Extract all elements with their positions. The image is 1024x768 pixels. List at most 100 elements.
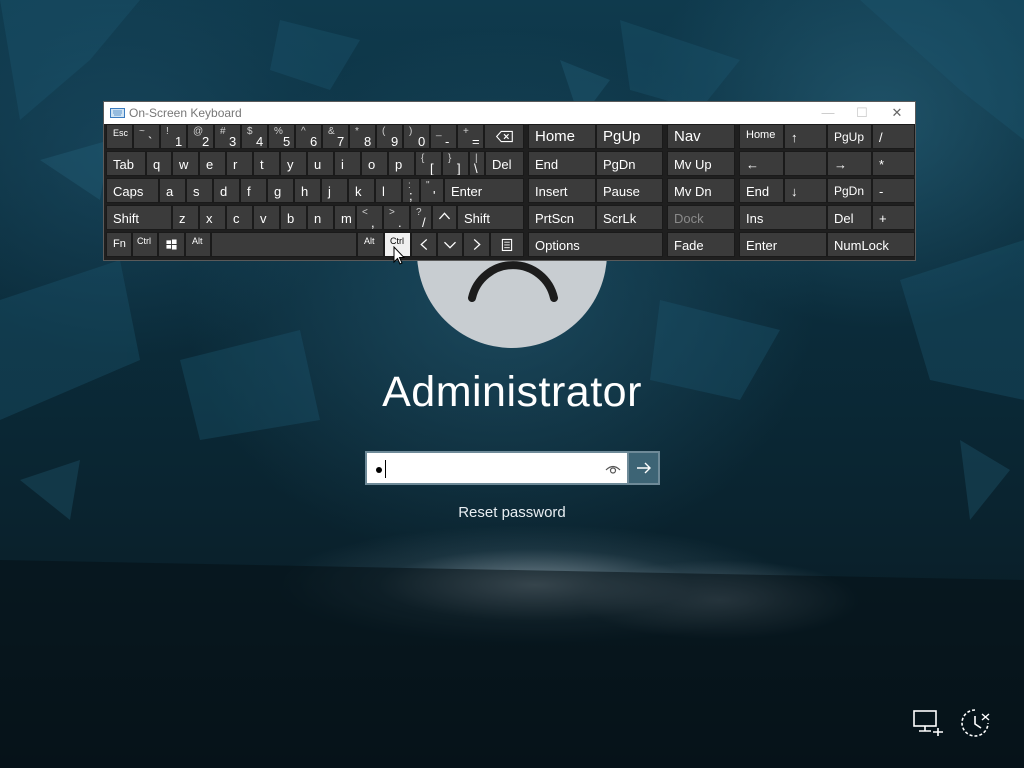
key-b[interactable]: b [280,205,307,230]
key-w[interactable]: w [172,151,199,176]
key-prtscn[interactable]: PrtScn [528,205,596,230]
key-numpad-minus[interactable]: - [872,178,915,203]
key-fade[interactable]: Fade [667,232,735,257]
key-enter[interactable]: Enter [444,178,524,203]
key-alt-left[interactable]: Alt [185,232,211,257]
key-menu[interactable] [490,232,524,257]
key-numpad-down[interactable]: ↓ [784,178,827,203]
key-numpad-home[interactable]: Home [739,124,784,149]
key-h[interactable]: h [294,178,321,203]
key-c[interactable]: c [226,205,253,230]
key-2[interactable]: @2 [187,124,214,149]
key-period[interactable]: >. [383,205,410,230]
key-n[interactable]: n [307,205,334,230]
key-minus[interactable]: _ - [430,124,457,149]
minimize-button[interactable]: — [811,102,845,124]
key-backslash[interactable]: | \ [469,151,485,176]
key-f[interactable]: f [240,178,267,203]
key-9[interactable]: (9 [376,124,403,149]
key-home[interactable]: Home [528,124,596,149]
key-numpad-plus[interactable]: + [872,205,915,230]
key-j[interactable]: j [321,178,348,203]
accessibility-icon[interactable] [958,706,992,740]
key-tab[interactable]: Tab [106,151,146,176]
key-u[interactable]: u [307,151,334,176]
key-numpad-pgup[interactable]: PgUp [827,124,872,149]
key-p[interactable]: p [388,151,415,176]
key-o[interactable]: o [361,151,388,176]
key-3[interactable]: #3 [214,124,241,149]
key-k[interactable]: k [348,178,375,203]
key-scrlk[interactable]: ScrLk [596,205,663,230]
key-del[interactable]: Del [485,151,524,176]
key-semicolon[interactable]: :; [402,178,420,203]
key-numpad-ins[interactable]: Ins [739,205,827,230]
key-0[interactable]: ) 0 [403,124,430,149]
key-8[interactable]: * 8 [349,124,376,149]
key-q[interactable]: q [146,151,172,176]
key-left-arrow[interactable] [411,232,437,257]
key-z[interactable]: z [172,205,199,230]
reset-password-link[interactable]: Reset password [0,504,1024,521]
key-numpad-end[interactable]: End [739,178,784,203]
key-a[interactable]: a [159,178,186,203]
key-s[interactable]: s [186,178,213,203]
key-y[interactable]: y [280,151,307,176]
key-shift-left[interactable]: Shift [106,205,172,230]
key-mv-dn[interactable]: Mv Dn [667,178,735,203]
key-quote[interactable]: " ' [420,178,444,203]
key-numpad-enter[interactable]: Enter [739,232,827,257]
key-numpad-pgdn[interactable]: PgDn [827,178,872,203]
close-button[interactable]: ✕ [880,102,914,124]
key-backtick[interactable]: ~ ` [133,124,160,149]
key-numpad-up[interactable]: ↑ [784,124,827,149]
key-backspace[interactable] [484,124,524,149]
key-v[interactable]: v [253,205,280,230]
key-left-bracket[interactable]: {[ [415,151,442,176]
key-mv-up[interactable]: Mv Up [667,151,735,176]
key-numpad-5[interactable] [784,151,827,176]
maximize-button[interactable]: ☐ [845,102,879,124]
key-up-arrow[interactable] [432,205,457,230]
key-6[interactable]: ^ 6 [295,124,322,149]
key-m[interactable]: m [334,205,356,230]
key-5[interactable]: % 5 [268,124,295,149]
key-windows[interactable] [158,232,185,257]
key-end[interactable]: End [528,151,596,176]
key-numpad-right[interactable]: → [827,151,872,176]
key-pause[interactable]: Pause [596,178,663,203]
password-input[interactable] [365,451,627,485]
key-4[interactable]: $4 [241,124,268,149]
key-numpad-del[interactable]: Del [827,205,872,230]
key-esc[interactable]: Esc [106,124,133,149]
key-dock[interactable]: Dock [667,205,735,230]
key-down-arrow[interactable] [437,232,463,257]
key-t[interactable]: t [253,151,280,176]
key-numlock[interactable]: NumLock [827,232,915,257]
key-slash[interactable]: ? / [410,205,432,230]
key-numpad-divide[interactable]: / [872,124,915,149]
submit-button[interactable] [627,451,660,485]
network-icon[interactable] [911,706,945,740]
key-insert[interactable]: Insert [528,178,596,203]
key-right-bracket[interactable]: }] [442,151,469,176]
key-g[interactable]: g [267,178,294,203]
key-alt-right[interactable]: Alt [357,232,384,257]
key-nav[interactable]: Nav [667,124,735,149]
key-numpad-left[interactable]: ← [739,151,784,176]
key-comma[interactable]: <, [356,205,383,230]
key-e[interactable]: e [199,151,226,176]
key-shift-right[interactable]: Shift [457,205,524,230]
key-equals[interactable]: + = [457,124,484,149]
key-right-arrow[interactable] [463,232,490,257]
key-r[interactable]: r [226,151,253,176]
reveal-password-icon[interactable] [605,462,621,476]
key-x[interactable]: x [199,205,226,230]
key-pgdn[interactable]: PgDn [596,151,663,176]
key-1[interactable]: ! 1 [160,124,187,149]
key-d[interactable]: d [213,178,240,203]
key-ctrl-left[interactable]: Ctrl [132,232,158,257]
key-pgup[interactable]: PgUp [596,124,663,149]
key-caps[interactable]: Caps [106,178,159,203]
key-fn[interactable]: Fn [106,232,132,257]
